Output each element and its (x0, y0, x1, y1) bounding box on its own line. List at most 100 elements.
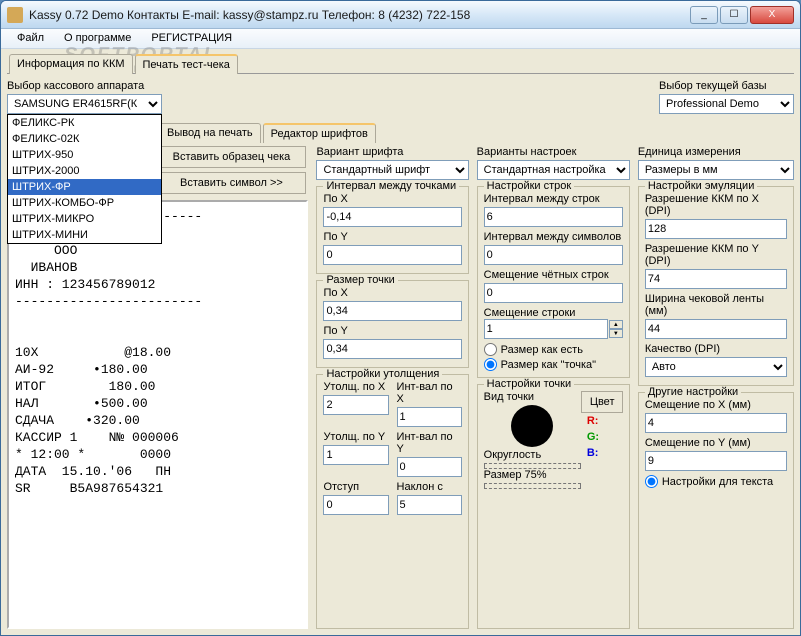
dot-kind-label: Вид точки (484, 391, 581, 403)
res-y-label: Разрешение ККМ по Y (DPI) (645, 243, 787, 267)
indent-input[interactable] (323, 495, 388, 515)
insert-symbol-button[interactable]: Вставить символ >> (156, 172, 306, 194)
line-settings-group: Настройки строк Интервал между строк Инт… (477, 186, 630, 378)
interval-x-input[interactable] (323, 207, 461, 227)
tape-width-label: Ширина чековой ленты (мм) (645, 293, 787, 317)
thicken-group: Настройки утолщения Утолщ. по X Инт-вал … (316, 374, 468, 629)
text-settings-radio[interactable]: Настройки для текста (645, 475, 787, 488)
tab-font-editor[interactable]: Редактор шрифтов (263, 123, 376, 143)
tape-width-input[interactable] (645, 319, 787, 339)
kassa-option[interactable]: ФЕЛИКС-02К (8, 131, 161, 147)
intx-label: Инт-вал по X (397, 381, 462, 405)
tab-print-output[interactable]: Вывод на печать (159, 123, 261, 143)
menu-about[interactable]: О программе (54, 29, 141, 48)
base-select[interactable]: Professional Demo (659, 94, 794, 114)
intx-input[interactable] (397, 407, 462, 427)
other-settings-legend: Другие настройки (645, 386, 741, 398)
kassa-option[interactable]: ШТРИХ-МИНИ (8, 227, 161, 243)
size-dot-label: Размер как "точка" (501, 359, 596, 371)
quality-label: Качество (DPI) (645, 343, 787, 355)
color-button[interactable]: Цвет (581, 391, 623, 413)
line-offset-up[interactable]: ▲ (609, 320, 623, 329)
kassa-option[interactable]: ШТРИХ-2000 (8, 163, 161, 179)
font-variant-select[interactable]: Стандартный шрифт (316, 160, 468, 180)
dotsize-y-input[interactable] (323, 339, 461, 359)
kassa-option[interactable]: ШТРИХ-950 (8, 147, 161, 163)
kassa-select-label: Выбор кассового аппарата (7, 80, 162, 92)
titlebar: Kassy 0.72 Demo Контакты E-mail: kassy@s… (1, 1, 800, 29)
line-interval-label: Интервал между строк (484, 193, 623, 205)
kassa-option[interactable]: ШТРИХ-МИКРО (8, 211, 161, 227)
thicken-legend: Настройки утолщения (323, 368, 442, 380)
thick-x-input[interactable] (323, 395, 388, 415)
dot-size-group: Размер точки По X По Y (316, 280, 468, 368)
maximize-button[interactable]: ☐ (720, 6, 748, 24)
thick-y-input[interactable] (323, 445, 388, 465)
rgb-r-label: R: (587, 415, 623, 427)
emulation-group: Настройки эмуляции Разрешение ККМ по X (… (638, 186, 794, 386)
kassa-dropdown-list[interactable]: ФЕЛИКС-РКФЕЛИКС-02КШТРИХ-950ШТРИХ-2000ШТ… (7, 114, 162, 244)
size-dot-radio[interactable]: Размер как "точка" (484, 358, 623, 371)
main-tabstrip: Информация по ККМ Печать тест-чека (7, 53, 794, 74)
size-asis-label: Размер как есть (501, 344, 583, 356)
res-y-input[interactable] (645, 269, 787, 289)
offset-y-label: Смещение по Y (мм) (645, 437, 787, 449)
settings-variant-select[interactable]: Стандартная настройка (477, 160, 630, 180)
offset-y-input[interactable] (645, 451, 787, 471)
sub-tabstrip: Вывод на печать Редактор шрифтов (157, 122, 457, 142)
menubar: Файл О программе РЕГИСТРАЦИЯ (1, 29, 800, 49)
kassa-select[interactable]: SAMSUNG ER4615RF(К (7, 94, 162, 114)
interval-x-label: По X (323, 193, 461, 205)
thick-x-label: Утолщ. по X (323, 381, 388, 393)
menu-file[interactable]: Файл (7, 29, 54, 48)
size-asis-radio[interactable]: Размер как есть (484, 343, 623, 356)
inty-input[interactable] (397, 457, 462, 477)
dotsize-x-input[interactable] (323, 301, 461, 321)
minimize-button[interactable]: _ (690, 6, 718, 24)
other-settings-group: Другие настройки Смещение по X (мм) Смещ… (638, 392, 794, 629)
kassa-option[interactable]: ШТРИХ-ФР (8, 179, 161, 195)
dot-size-pct-label: Размер 75% (484, 469, 581, 481)
dot-interval-group: Интервал между точками По X По Y (316, 186, 468, 274)
rgb-b-label: B: (587, 447, 623, 459)
line-offset-input[interactable] (484, 319, 608, 339)
font-variant-label: Вариант шрифта (316, 146, 468, 158)
rgb-g-label: G: (587, 431, 623, 443)
tab-test-print[interactable]: Печать тест-чека (135, 54, 238, 74)
close-button[interactable]: X (750, 6, 794, 24)
dotsize-y-label: По Y (323, 325, 461, 337)
quality-select[interactable]: Авто (645, 357, 787, 377)
thick-y-label: Утолщ. по Y (323, 431, 388, 443)
kassa-option[interactable]: ФЕЛИКС-РК (8, 115, 161, 131)
roundness-label: Округлость (484, 449, 581, 461)
offset-x-label: Смещение по X (мм) (645, 399, 787, 411)
base-select-label: Выбор текущей базы (659, 80, 794, 92)
res-x-input[interactable] (645, 219, 787, 239)
kassa-option[interactable]: ШТРИХ-КОМБО-ФР (8, 195, 161, 211)
interval-y-input[interactable] (323, 245, 461, 265)
insert-sample-button[interactable]: Вставить образец чека (156, 146, 306, 168)
settings-variant-label: Варианты настроек (477, 146, 630, 158)
receipt-preview[interactable]: ------------------------ ООО ИВАНОВ ИНН … (7, 200, 308, 629)
offset-x-input[interactable] (645, 413, 787, 433)
char-interval-input[interactable] (484, 245, 623, 265)
dot-settings-group: Настройки точки Вид точки Округлость Раз… (477, 384, 630, 629)
text-settings-label: Настройки для текста (662, 476, 773, 488)
menu-registration[interactable]: РЕГИСТРАЦИЯ (141, 29, 242, 48)
unit-select[interactable]: Размеры в мм (638, 160, 794, 180)
even-offset-input[interactable] (484, 283, 623, 303)
even-offset-label: Смещение чётных строк (484, 269, 623, 281)
line-offset-label: Смещение строки (484, 307, 576, 319)
dot-preview (511, 405, 553, 447)
dot-interval-legend: Интервал между точками (323, 180, 459, 192)
tab-kkm-info[interactable]: Информация по ККМ (9, 54, 133, 74)
line-settings-legend: Настройки строк (484, 180, 575, 192)
dot-size-slider[interactable] (484, 483, 581, 489)
char-interval-label: Интервал между символов (484, 231, 623, 243)
emulation-legend: Настройки эмуляции (645, 180, 758, 192)
line-interval-input[interactable] (484, 207, 623, 227)
line-offset-down[interactable]: ▼ (609, 329, 623, 338)
dotsize-x-label: По X (323, 287, 461, 299)
tilt-input[interactable] (397, 495, 462, 515)
unit-label: Единица измерения (638, 146, 794, 158)
